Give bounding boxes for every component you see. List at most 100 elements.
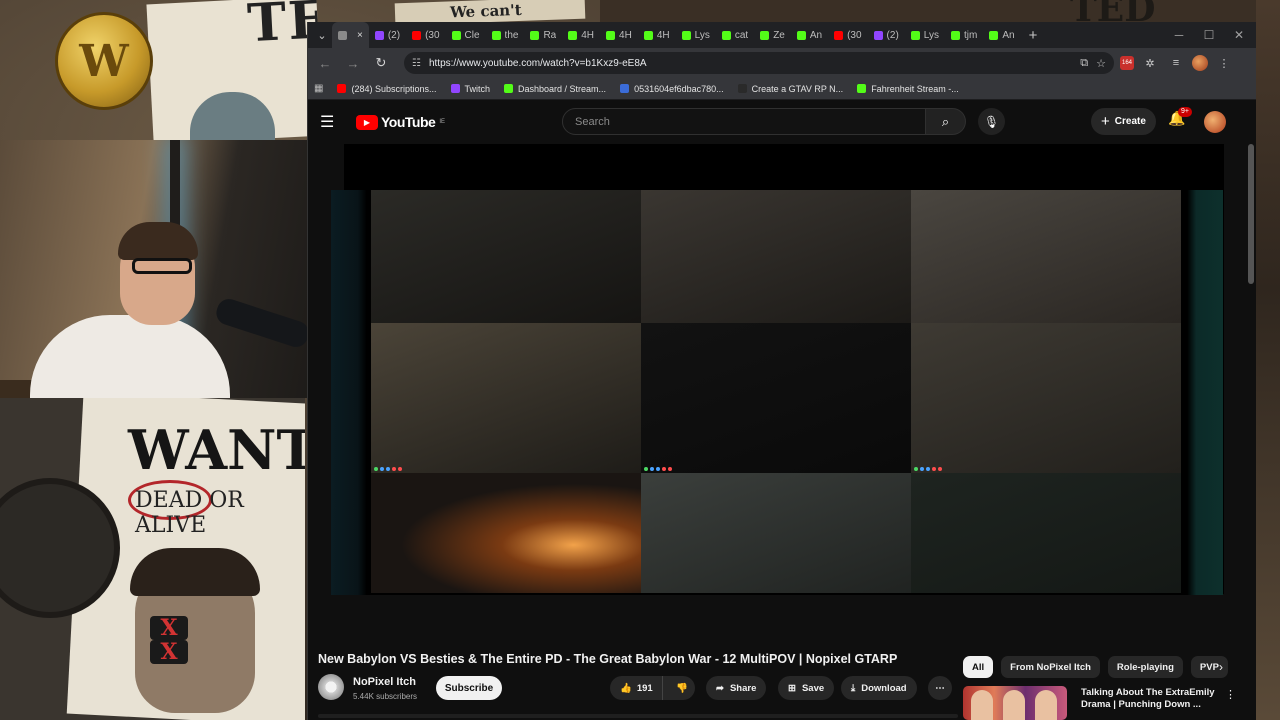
thumb-face-3 [1035,690,1057,720]
address-bar[interactable]: ☷ https://www.youtube.com/watch?v=b1Kxz9… [404,52,1114,74]
recommended-video-title[interactable]: Talking About The ExtraEmily Drama | Pun… [1081,687,1221,711]
share-button[interactable]: ➦ Share [706,676,767,700]
tab-label: (30 [425,29,440,41]
new-tab-button[interactable]: + [1021,27,1046,44]
extensions-puzzle-icon[interactable]: ✲ [1140,53,1160,73]
browser-tab[interactable]: (30 [406,22,445,48]
browser-tab[interactable]: 4H [638,22,676,48]
save-button[interactable]: ⊞ Save [778,676,835,700]
x-eye-left: X [150,616,188,640]
dislike-button[interactable]: 👎 [669,683,695,694]
tab-label: 4H [656,29,670,41]
youtube-logo[interactable]: ▶ YouTube IE [356,114,445,130]
url-text[interactable]: https://www.youtube.com/watch?v=b1Kxz9-e… [429,58,1072,69]
like-count: 191 [636,682,653,694]
browser-tab[interactable]: Cle [446,22,486,48]
pov-stream-tile [371,190,641,323]
hud-dot [656,467,660,471]
browser-tab[interactable]: the [486,22,525,48]
bookmark-item[interactable]: Twitch [450,83,491,94]
download-button[interactable]: ⤓ Download [841,676,917,700]
profile-avatar-icon[interactable] [1192,55,1208,71]
browser-tab[interactable]: 4H [562,22,600,48]
search-input[interactable]: Search [562,108,926,135]
filter-chip[interactable]: Role-playing [1107,656,1183,678]
tab-label: 4H [619,29,632,41]
browser-tab[interactable]: cat [716,22,754,48]
pov-stream-tile [371,473,641,593]
browser-tab[interactable]: Ze [754,22,791,48]
back-button[interactable]: ← [314,52,336,74]
browser-tab[interactable]: × [332,22,369,48]
browser-tab[interactable]: An [791,22,828,48]
bookmark-label: Create a GTAV RP N... [751,83,844,94]
video-player[interactable] [331,144,1224,595]
hud-dot [644,467,648,471]
apps-grid-icon[interactable]: ▦ [314,83,323,94]
more-actions-button[interactable]: ⋯ [928,676,952,700]
browser-tab[interactable]: (2) [868,22,905,48]
share-arrow-icon: ➦ [716,682,724,694]
browser-tab[interactable]: Lys [905,22,945,48]
bookmark-item[interactable]: 0531604ef6dbac780... [620,84,724,94]
search-button[interactable]: ⌕ [926,108,966,135]
hud-dot [926,467,930,471]
media-controls-icon[interactable]: ≡ [1166,53,1186,73]
channel-avatar[interactable] [318,674,344,700]
site-info-icon[interactable]: ☷ [412,58,421,69]
multipov-video-frame[interactable] [331,190,1223,595]
bookmark-item[interactable]: (284) Subscriptions... [337,84,437,94]
hamburger-menu-icon[interactable]: ☰ [320,112,342,132]
voice-search-mic-icon[interactable]: 🎙 [978,108,1005,135]
tab-favicon-icon [374,30,384,40]
pov-hud-indicators [914,467,942,471]
plus-icon: + [1101,113,1110,130]
tab-favicon-icon [721,30,731,40]
filter-chip[interactable]: All [963,656,994,678]
browser-tab[interactable]: (30 [828,22,867,48]
tab-label: An [809,29,823,41]
hud-dot [662,467,666,471]
forward-button[interactable]: → [342,52,364,74]
recommended-more-icon[interactable]: ⋮ [1225,688,1236,701]
extension-icon[interactable]: 164 [1120,56,1134,70]
search-placeholder: Search [575,115,610,128]
bookmark-label: Dashboard / Stream... [518,83,607,94]
account-avatar[interactable] [1204,111,1226,133]
outlaw-hair [130,548,260,596]
browser-tab[interactable]: An [983,22,1020,48]
minimize-button[interactable]: ─ [1172,28,1186,42]
browser-tab[interactable]: tjm [945,22,983,48]
subscribe-button[interactable]: Subscribe [436,676,502,700]
recommended-video-thumbnail[interactable] [963,686,1067,720]
create-button[interactable]: + Create [1091,108,1156,135]
bookmark-item[interactable]: Fahrenheit Stream -... [857,84,959,94]
channel-name[interactable]: NoPixel Itch [353,676,416,688]
bookmark-star-icon[interactable]: ☆ [1096,57,1106,70]
tab-label: Lys [694,29,710,41]
page-scrollbar[interactable] [1248,144,1254,284]
bookmark-label: Twitch [464,83,491,94]
close-window-button[interactable]: ✕ [1232,28,1246,42]
bookmark-item[interactable]: Create a GTAV RP N... [737,83,844,94]
browser-tab[interactable]: 4H [600,22,638,48]
download-arrow-icon: ⤓ [851,682,856,694]
reload-button[interactable]: ↻ [370,52,392,74]
tab-search-chevron-icon[interactable]: ⌄ [312,25,332,45]
tab-close-button[interactable]: × [357,30,363,41]
browser-menu-icon[interactable]: ⋮ [1214,53,1234,73]
browser-tab[interactable]: (2) [369,22,406,48]
chips-next-chevron-icon[interactable]: › [1210,656,1232,678]
bookmark-item[interactable]: Dashboard / Stream... [504,84,606,94]
hud-dot [938,467,942,471]
region-code: IE [439,119,445,125]
like-button[interactable]: 👍 191 [610,676,663,700]
browser-tab[interactable]: Ra [524,22,562,48]
hud-dot [380,467,384,471]
maximize-button[interactable]: ☐ [1202,28,1216,42]
filter-chip[interactable]: From NoPixel Itch [1001,656,1100,678]
browser-tab[interactable]: Lys [676,22,716,48]
tab-favicon-icon [412,30,422,40]
tab-label: (2) [886,29,899,41]
install-app-icon[interactable]: ⧉ [1080,57,1088,70]
